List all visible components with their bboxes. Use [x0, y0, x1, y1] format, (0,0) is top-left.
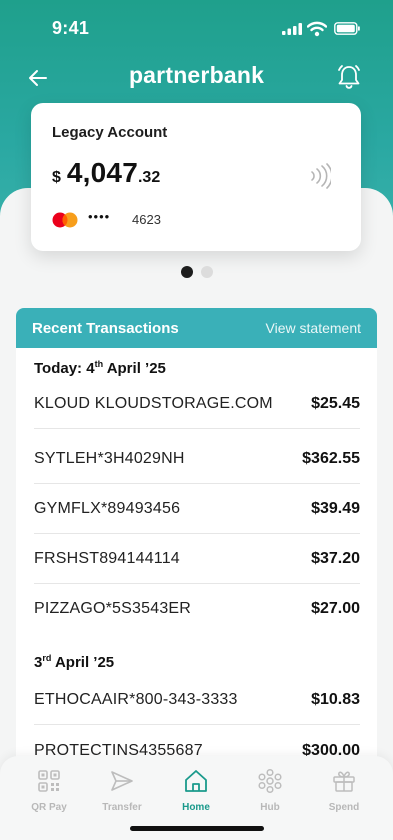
home-indicator [130, 826, 264, 831]
transaction-merchant: FRSHST894144114 [34, 549, 180, 567]
transaction-amount: $39.49 [311, 499, 360, 517]
card-last4: 4623 [132, 212, 161, 227]
date-header: 3rd April ’25 [34, 653, 114, 671]
transaction-amount: $10.83 [311, 690, 360, 708]
tab-qr-pay[interactable]: QR Pay [14, 768, 84, 813]
tab-spend[interactable]: Spend [309, 768, 379, 813]
recent-transactions-panel: Recent Transactions View statement Today… [16, 308, 377, 768]
notification-bell-icon[interactable] [336, 63, 362, 91]
brand-logo: partnerbank [128, 62, 265, 88]
view-statement-link[interactable]: View statement [266, 320, 361, 336]
date-header-text: Today: 4 [34, 360, 95, 377]
transaction-row[interactable]: ETHOCAAIR*800-343-3333 $10.83 [34, 675, 360, 725]
transaction-amount: $27.00 [311, 600, 360, 617]
battery-icon [334, 22, 360, 35]
tab-label: QR Pay [31, 802, 67, 813]
home-icon [185, 770, 207, 792]
transaction-row[interactable]: SYTLEH*3H4029NH $362.55 [34, 434, 360, 484]
card-number-mask: •••• [88, 209, 111, 224]
transaction-merchant: SYTLEH*3H4029NH [34, 449, 185, 467]
account-title: Legacy Account [52, 124, 168, 141]
tab-label: Home [182, 802, 210, 813]
transaction-merchant: ETHOCAAIR*800-343-3333 [34, 690, 238, 708]
account-balance: $ 4,047 .32 [52, 157, 160, 189]
transaction-row[interactable]: PIZZAGO*5S3543ER $27.00 [34, 584, 360, 634]
contactless-icon [311, 163, 331, 189]
transaction-merchant: KLOUD KLOUDSTORAGE.COM [34, 394, 273, 412]
wifi-icon [307, 21, 327, 37]
transaction-merchant: PIZZAGO*5S3543ER [34, 600, 192, 617]
date-ordinal: rd [42, 653, 52, 663]
cellular-signal-icon [282, 23, 302, 35]
pager-dot[interactable] [201, 266, 213, 278]
balance-currency: $ [52, 169, 61, 186]
transaction-merchant: GYMFLX*89493456 [34, 499, 181, 517]
tab-home[interactable]: Home [161, 768, 231, 813]
transaction-amount: $362.55 [302, 449, 360, 467]
transactions-heading: Recent Transactions [32, 319, 179, 337]
gift-icon [333, 771, 355, 792]
transaction-row[interactable]: FRSHST894144114 $37.20 [34, 534, 360, 584]
account-card[interactable]: Legacy Account $ 4,047 .32 •••• 4623 [31, 103, 361, 251]
transactions-header: Recent Transactions View statement [16, 308, 377, 348]
transaction-amount: $25.45 [311, 394, 360, 412]
tab-label: Hub [260, 802, 280, 813]
balance-cents: .32 [137, 169, 161, 186]
qr-code-icon [38, 770, 60, 792]
hub-icon [258, 768, 282, 794]
tab-hub[interactable]: Hub [235, 768, 305, 813]
tab-transfer[interactable]: Transfer [87, 768, 157, 813]
paper-plane-icon [111, 771, 133, 791]
date-header: Today: 4th April ’25 [34, 359, 166, 377]
transaction-row[interactable]: GYMFLX*89493456 $39.49 [34, 484, 360, 534]
tab-label: Spend [328, 802, 360, 813]
date-header-month: April ’25 [103, 360, 166, 377]
card-pager[interactable] [181, 266, 213, 278]
status-bar: 9:41 [0, 0, 393, 58]
date-header-month: April ’25 [51, 654, 115, 671]
transaction-amount: $37.20 [311, 549, 360, 567]
balance-whole: 4,047 [66, 157, 138, 188]
transaction-row[interactable]: KLOUD KLOUDSTORAGE.COM $25.45 [34, 379, 360, 429]
tab-label: Transfer [102, 802, 142, 813]
date-ordinal: th [94, 359, 104, 369]
pager-dot-active[interactable] [181, 266, 193, 278]
status-time: 9:41 [52, 18, 90, 38]
mastercard-icon [52, 212, 78, 228]
